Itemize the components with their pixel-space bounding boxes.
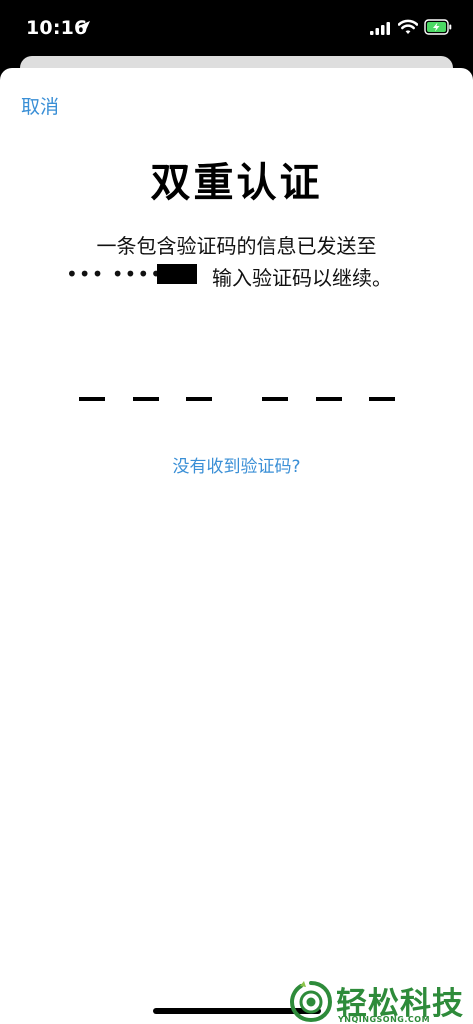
two-factor-sheet: 取消 双重认证 一条包含验证码的信息已发送至 ••• •••• •• 输入验证码… bbox=[0, 68, 473, 1024]
resend-code-link[interactable]: 没有收到验证码? bbox=[0, 452, 473, 477]
code-digit-slot-2[interactable] bbox=[133, 397, 159, 401]
code-digit-slot-4[interactable] bbox=[262, 397, 288, 401]
code-digit-slot-6[interactable] bbox=[369, 397, 395, 401]
code-digit-slot-5[interactable] bbox=[316, 397, 342, 401]
watermark-logo-icon bbox=[290, 981, 332, 1022]
cellular-signal-icon bbox=[370, 22, 390, 35]
battery-charging-icon bbox=[424, 19, 452, 35]
watermark: 轻松科技 YNQINGSONG.COM bbox=[286, 978, 473, 1024]
code-digit-slot-3[interactable] bbox=[186, 397, 212, 401]
code-digit-slot-1[interactable] bbox=[79, 397, 105, 401]
cancel-button[interactable]: 取消 bbox=[21, 92, 59, 119]
redaction-block bbox=[157, 264, 197, 284]
message-line-1: 一条包含验证码的信息已发送至 bbox=[96, 234, 377, 258]
status-bar: 10:16 bbox=[0, 0, 473, 58]
message-line-2: ••• •••• •• 输入验证码以继续。 bbox=[0, 262, 473, 290]
wifi-icon bbox=[398, 19, 418, 34]
page-title: 双重认证 bbox=[150, 160, 323, 206]
message-continue-text: 输入验证码以继续。 bbox=[212, 266, 392, 290]
watermark-domain: YNQINGSONG.COM bbox=[338, 1015, 431, 1024]
location-arrow-icon bbox=[80, 21, 90, 31]
